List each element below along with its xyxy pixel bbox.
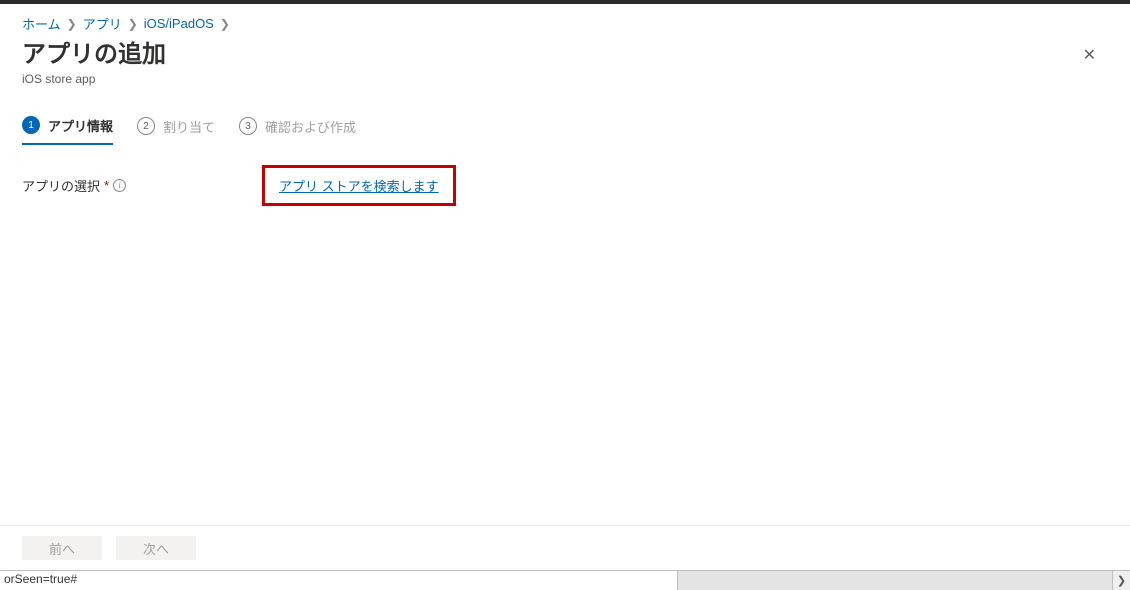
header-text: アプリの追加 iOS store app: [22, 41, 166, 86]
tab-label: 確認および作成: [265, 117, 356, 136]
scroll-right-icon[interactable]: ❯: [1112, 571, 1130, 590]
breadcrumb-ios[interactable]: iOS/iPadOS: [144, 16, 214, 31]
next-button[interactable]: 次へ: [116, 536, 196, 560]
tab-review-create[interactable]: 3 確認および作成: [239, 117, 356, 144]
field-label-app-select: アプリの選択 * i: [22, 176, 262, 195]
breadcrumb-apps[interactable]: アプリ: [83, 14, 122, 33]
chevron-right-icon: ❯: [220, 17, 230, 31]
tab-step-number: 3: [239, 117, 257, 135]
field-label-text: アプリの選択: [22, 176, 100, 195]
breadcrumb-home[interactable]: ホーム: [22, 14, 61, 33]
search-app-store-link[interactable]: アプリ ストアを検索します: [279, 179, 439, 194]
page-content: ホーム ❯ アプリ ❯ iOS/iPadOS ❯ アプリの追加 iOS stor…: [0, 4, 1130, 206]
info-icon[interactable]: i: [113, 179, 126, 192]
tab-step-number: 1: [22, 116, 40, 134]
wizard-footer: 前へ 次へ: [0, 525, 1130, 560]
prev-button[interactable]: 前へ: [22, 536, 102, 560]
browser-status-bar: orSeen=true# ❯: [0, 570, 1130, 590]
tab-assignment[interactable]: 2 割り当て: [137, 117, 215, 144]
form-row-app-select: アプリの選択 * i アプリ ストアを検索します: [22, 165, 1108, 206]
close-icon[interactable]: ✕: [1079, 41, 1100, 69]
required-asterisk: *: [104, 178, 109, 193]
wizard-tabs: 1 アプリ情報 2 割り当て 3 確認および作成: [22, 116, 1108, 145]
tab-label: アプリ情報: [48, 116, 113, 135]
status-scroll-track: ❯: [678, 571, 1130, 590]
status-text: orSeen=true#: [0, 571, 678, 590]
tab-app-info[interactable]: 1 アプリ情報: [22, 116, 113, 145]
tab-step-number: 2: [137, 117, 155, 135]
page-subtitle: iOS store app: [22, 72, 166, 86]
page-title: アプリの追加: [22, 41, 166, 70]
tab-label: 割り当て: [163, 117, 215, 136]
chevron-right-icon: ❯: [128, 17, 138, 31]
chevron-right-icon: ❯: [67, 17, 77, 31]
header-row: アプリの追加 iOS store app ✕: [22, 41, 1108, 86]
breadcrumb: ホーム ❯ アプリ ❯ iOS/iPadOS ❯: [22, 14, 1108, 33]
highlight-box: アプリ ストアを検索します: [262, 165, 456, 206]
